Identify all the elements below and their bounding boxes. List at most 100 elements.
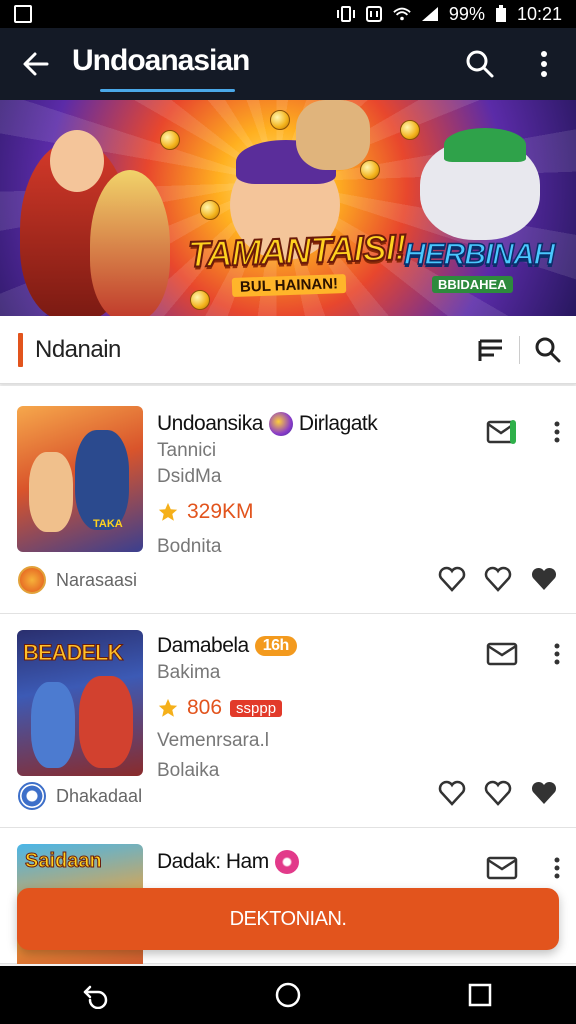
filter-button[interactable] (463, 320, 519, 380)
more-vert-icon[interactable] (554, 857, 560, 879)
recents-square-icon (468, 983, 492, 1007)
hero-title-right: HERBINAH (403, 237, 556, 272)
thumb-character (29, 452, 73, 532)
nav-back-button[interactable] (56, 966, 136, 1024)
thumb-character (31, 682, 75, 768)
hero-subtitle-right: BBIDAHEA (432, 276, 513, 293)
thumb-label: Saidaan (25, 850, 103, 873)
publisher-icon (18, 782, 46, 810)
search-button[interactable] (448, 28, 512, 100)
back-rotate-icon (83, 985, 108, 1009)
section-header: Ndanain (0, 316, 576, 384)
back-button[interactable] (0, 28, 72, 100)
game-line-2: DsidMa (157, 466, 222, 487)
more-vert-icon[interactable] (554, 643, 560, 665)
badge-star-icon (158, 698, 178, 717)
list-item[interactable]: BEADELK Damabela 16h Bakima 806 ssppp Ve… (0, 614, 576, 828)
hero-character-rogue (296, 100, 370, 170)
message-icon[interactable] (486, 854, 520, 882)
game-rating: 329KM (157, 500, 377, 524)
nav-home-button[interactable] (248, 966, 328, 1024)
thumb-character (75, 430, 129, 530)
heart-outline-icon[interactable] (484, 780, 512, 806)
game-title-text: Damabela (157, 634, 249, 657)
signal-icon (421, 7, 438, 21)
game-category: Bolaika (157, 760, 220, 781)
game-line-1: Bakima (157, 662, 221, 683)
primary-action-button[interactable]: DEKTONIAN. (17, 888, 559, 950)
list-item[interactable]: TAKA Undoansika Dirlagatk Tannici DsidMa… (0, 386, 576, 614)
thumb-label: TAKA (93, 518, 123, 530)
game-list: TAKA Undoansika Dirlagatk Tannici DsidMa… (0, 386, 576, 964)
publisher-name: Narasaasi (56, 569, 138, 590)
star-icon (158, 502, 178, 521)
publisher[interactable]: Dhakadaal (18, 782, 142, 810)
battery-percent: 99% (448, 3, 485, 24)
notification-icon (14, 5, 32, 23)
coin-icon (270, 110, 290, 130)
hero-character-left-face (50, 130, 104, 192)
coin-icon (200, 200, 220, 220)
pink-badge-icon (274, 850, 299, 874)
rating-badge: ssppp (230, 699, 283, 717)
heart-outline-icon[interactable] (438, 566, 466, 592)
section-accent-bar (18, 332, 23, 367)
publisher-name: Dhakadaal (56, 785, 143, 806)
heart-outline-icon[interactable] (484, 566, 512, 592)
section-title: Ndanain (35, 335, 121, 363)
publisher-icon (18, 566, 46, 594)
page-title: Undoanasian (72, 44, 250, 92)
app-bar: Undoanasian (0, 28, 576, 100)
hero-banner[interactable]: TAMANTAISI! BUL HAINAN! HERBINAH BBIDAHE… (0, 100, 576, 316)
clock: 10:21 (516, 3, 562, 24)
hero-subtitle-left: BUL HAINAN! (231, 274, 347, 297)
status-bar: 99% 10:21 (0, 0, 576, 28)
coin-icon (360, 160, 380, 180)
publisher[interactable]: Narasaasi (18, 566, 137, 594)
game-rating: 806 ssppp (157, 696, 297, 720)
coin-icon (160, 130, 180, 150)
section-search-button[interactable] (520, 320, 576, 380)
nfc-icon (365, 6, 382, 22)
message-icon[interactable] (486, 640, 520, 668)
more-vert-icon[interactable] (554, 421, 560, 443)
heart-filled-icon[interactable] (530, 780, 558, 806)
time-tag: 16h (254, 636, 297, 656)
game-title-text: Dadak: Ham (157, 850, 269, 873)
game-title-suffix: Dirlagatk (298, 412, 378, 435)
hero-character-right-hat (444, 128, 526, 162)
coin-icon (190, 290, 210, 310)
arrow-left-icon (23, 52, 49, 76)
game-category: Bodnita (157, 536, 222, 557)
list-filter-icon (478, 339, 502, 361)
rating-value: 806 (187, 696, 223, 719)
game-title-text: Undoansika (157, 412, 263, 435)
game-title: Dadak: Ham (157, 850, 299, 874)
game-title: Undoansika Dirlagatk (157, 412, 378, 436)
overflow-menu-button[interactable] (512, 28, 576, 100)
globe-badge-icon (268, 412, 293, 436)
heart-outline-icon[interactable] (438, 780, 466, 806)
more-vert-icon (541, 51, 547, 77)
game-thumbnail[interactable]: TAKA (17, 406, 143, 552)
hero-title-left: TAMANTAISI! (186, 225, 407, 276)
thumb-label: BEADELK (22, 640, 123, 666)
rating-value: 329KM (187, 500, 254, 523)
coin-icon (400, 120, 420, 140)
thumb-character (79, 676, 133, 768)
message-icon[interactable] (486, 418, 520, 446)
vibrate-icon (336, 6, 355, 22)
search-icon (535, 337, 561, 362)
game-thumbnail[interactable]: BEADELK (17, 630, 143, 776)
battery-icon (495, 5, 506, 22)
home-circle-icon (275, 982, 301, 1008)
game-line-2: Vemenrsara.l (157, 730, 269, 751)
nav-recents-button[interactable] (440, 966, 520, 1024)
game-title: Damabela 16h (157, 634, 297, 658)
search-icon (466, 50, 494, 78)
heart-filled-icon[interactable] (530, 566, 558, 592)
game-line-1: Tannici (157, 440, 217, 461)
system-nav-bar (0, 966, 576, 1024)
wifi-icon (393, 7, 411, 21)
hero-character-girl (90, 170, 170, 316)
